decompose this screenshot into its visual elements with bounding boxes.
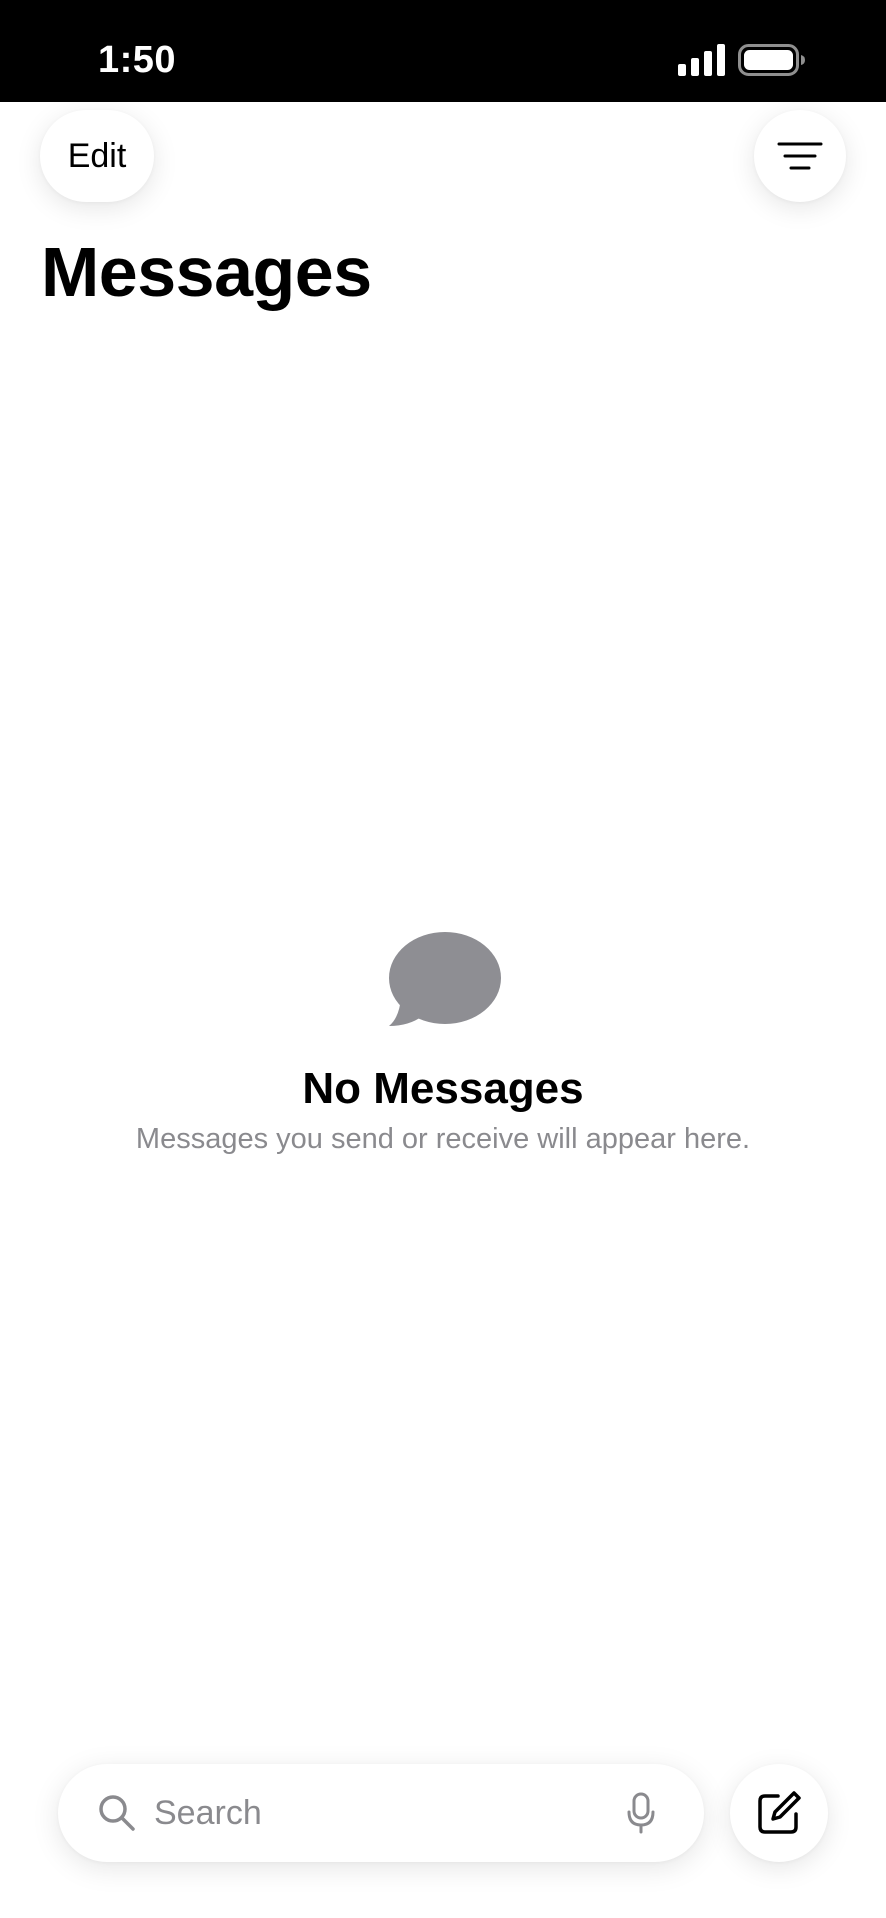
magnifier-icon	[99, 1795, 135, 1831]
filter-button[interactable]	[754, 110, 846, 202]
filter-lines-icon	[777, 142, 823, 170]
message-bubble-icon	[389, 932, 501, 1026]
compose-icon	[758, 1791, 801, 1834]
empty-state-subtitle: Messages you send or receive will appear…	[135, 1123, 751, 1155]
empty-state-title: No Messages	[302, 1064, 584, 1113]
status-time: 1:50	[98, 39, 177, 81]
compose-button[interactable]	[730, 1764, 828, 1862]
microphone-icon[interactable]	[626, 1792, 656, 1834]
status-bar: 1:50	[0, 0, 886, 102]
edit-button[interactable]: Edit	[40, 110, 154, 202]
empty-state: No Messages Messages you send or receive…	[0, 932, 886, 1158]
search-bar[interactable]	[58, 1764, 704, 1862]
battery-full-icon	[738, 44, 805, 76]
page-title: Messages	[41, 233, 372, 311]
edit-button-label: Edit	[67, 137, 127, 175]
search-input[interactable]	[154, 1788, 554, 1838]
cellular-signal-icon	[678, 44, 725, 76]
messages-screen: 1:50 Edit Messages No Messages Messages …	[0, 0, 886, 1918]
